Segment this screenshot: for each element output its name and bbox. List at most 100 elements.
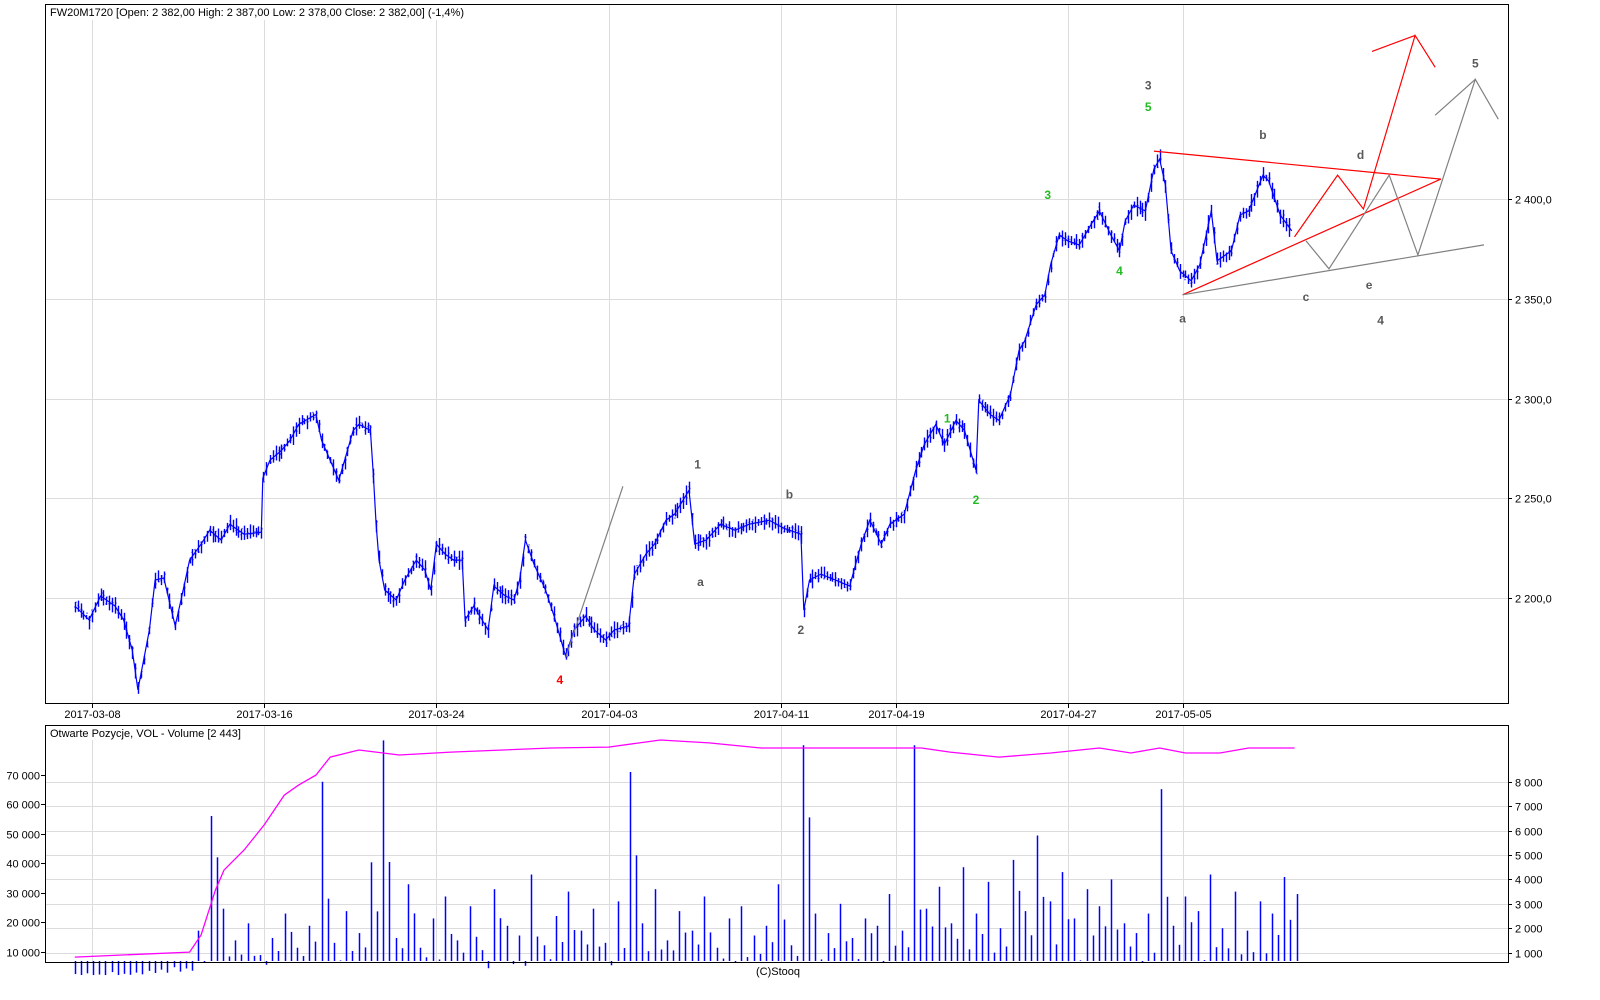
- price-bar: [220, 530, 223, 544]
- price-bar: [1222, 250, 1225, 262]
- oi-tick-label: 10 000: [6, 948, 40, 960]
- price-bar: [809, 573, 812, 583]
- date-tick-label: 2017-03-08: [64, 709, 120, 721]
- price-bar: [513, 594, 516, 604]
- date-tick-label: 2017-03-16: [236, 709, 292, 721]
- price-bar: [1133, 201, 1136, 209]
- price-bar: [168, 593, 171, 609]
- price-bar: [464, 616, 467, 627]
- price-bar: [140, 670, 143, 680]
- price-bar: [895, 512, 898, 528]
- price-bar: [203, 536, 206, 545]
- price-bar: [791, 525, 794, 538]
- price-bar: [854, 555, 857, 571]
- price-bar: [289, 433, 292, 444]
- price-bar: [407, 568, 410, 578]
- wave-label-red: 4: [556, 673, 563, 687]
- price-bar: [998, 412, 1001, 426]
- price-bar: [395, 596, 398, 606]
- price-bar: [1104, 215, 1107, 228]
- price-bar: [499, 586, 502, 599]
- price-bar: [636, 564, 639, 576]
- oi-tick-label: 70 000: [6, 771, 40, 783]
- price-bar: [900, 511, 903, 524]
- chart-title: FW20M1720 [Open: 2 382,00 High: 2 387,00…: [50, 7, 464, 19]
- wave-label-gray: b: [1259, 128, 1266, 142]
- price-bar: [435, 540, 438, 553]
- price-bar: [269, 455, 272, 465]
- price-bar: [679, 497, 682, 514]
- price-bar: [183, 582, 186, 597]
- price-bar: [295, 422, 298, 437]
- price-bar: [1236, 222, 1239, 235]
- price-bar: [177, 610, 180, 622]
- price-bar: [470, 606, 473, 616]
- price-bar: [1024, 337, 1027, 349]
- price-bar: [522, 553, 525, 567]
- wave-label-gray: 5: [1472, 56, 1479, 70]
- price-bar: [608, 632, 611, 641]
- date-tick-label: 2017-04-27: [1040, 709, 1096, 721]
- price-bar: [1098, 202, 1101, 216]
- price-bar: [1285, 218, 1288, 232]
- price-bar: [1173, 253, 1176, 264]
- price-bar: [191, 549, 194, 566]
- price-bar: [768, 512, 771, 528]
- price-bar: [341, 463, 344, 475]
- price-bar: [682, 493, 685, 509]
- price-bar: [1196, 265, 1199, 280]
- price-bar: [995, 411, 998, 423]
- price-bar: [740, 523, 743, 535]
- price-bar: [1035, 298, 1038, 311]
- price-bar: [929, 427, 932, 443]
- price-bar: [542, 579, 545, 589]
- price-bar: [797, 525, 800, 541]
- price-bar: [1199, 256, 1202, 269]
- price-bar: [108, 595, 111, 611]
- volume-panel-title: Otwarte Pozycje, VOL - Volume [2 443]: [50, 728, 241, 740]
- price-bar: [714, 526, 717, 538]
- price-bar: [846, 581, 849, 592]
- price-bar: [794, 523, 797, 540]
- price-bar: [869, 512, 872, 528]
- price-bar: [1248, 205, 1251, 217]
- price-bar: [1167, 213, 1170, 224]
- price-bar: [367, 422, 370, 434]
- volume-tick-label: 8 000: [1515, 778, 1543, 790]
- price-bar: [249, 524, 252, 539]
- price-bar: [447, 546, 450, 564]
- price-bar: [849, 579, 852, 591]
- price-bar: [742, 522, 745, 532]
- price-bar: [642, 556, 645, 567]
- price-bar: [1210, 204, 1213, 218]
- price-bar: [826, 571, 829, 581]
- price-bar: [1182, 270, 1185, 278]
- price-bar: [146, 640, 149, 648]
- price-bar: [989, 405, 992, 419]
- price-bar: [1245, 208, 1248, 219]
- price-bar: [1009, 391, 1012, 401]
- price-bar: [484, 622, 487, 635]
- price-bar: [553, 606, 556, 622]
- price-bar: [912, 476, 915, 491]
- price-bar: [105, 596, 108, 606]
- price-bar: [918, 452, 921, 468]
- price-bar: [668, 514, 671, 522]
- price-bar: [1202, 243, 1205, 254]
- price-bar: [1259, 175, 1262, 186]
- price-bar: [1242, 207, 1245, 219]
- price-bar: [504, 588, 507, 605]
- price-bar: [226, 522, 229, 534]
- price-bar: [1067, 235, 1070, 248]
- price-bar: [450, 554, 453, 562]
- price-bar: [361, 422, 364, 429]
- price-bar: [88, 615, 91, 630]
- price-bar: [1107, 226, 1110, 236]
- price-bar: [1219, 252, 1222, 268]
- price-bar: [412, 560, 415, 571]
- price-bar: [909, 485, 912, 497]
- price-bar: [120, 609, 123, 620]
- price-bar: [1050, 261, 1053, 273]
- price-bar: [381, 569, 384, 578]
- price-bar: [722, 516, 725, 530]
